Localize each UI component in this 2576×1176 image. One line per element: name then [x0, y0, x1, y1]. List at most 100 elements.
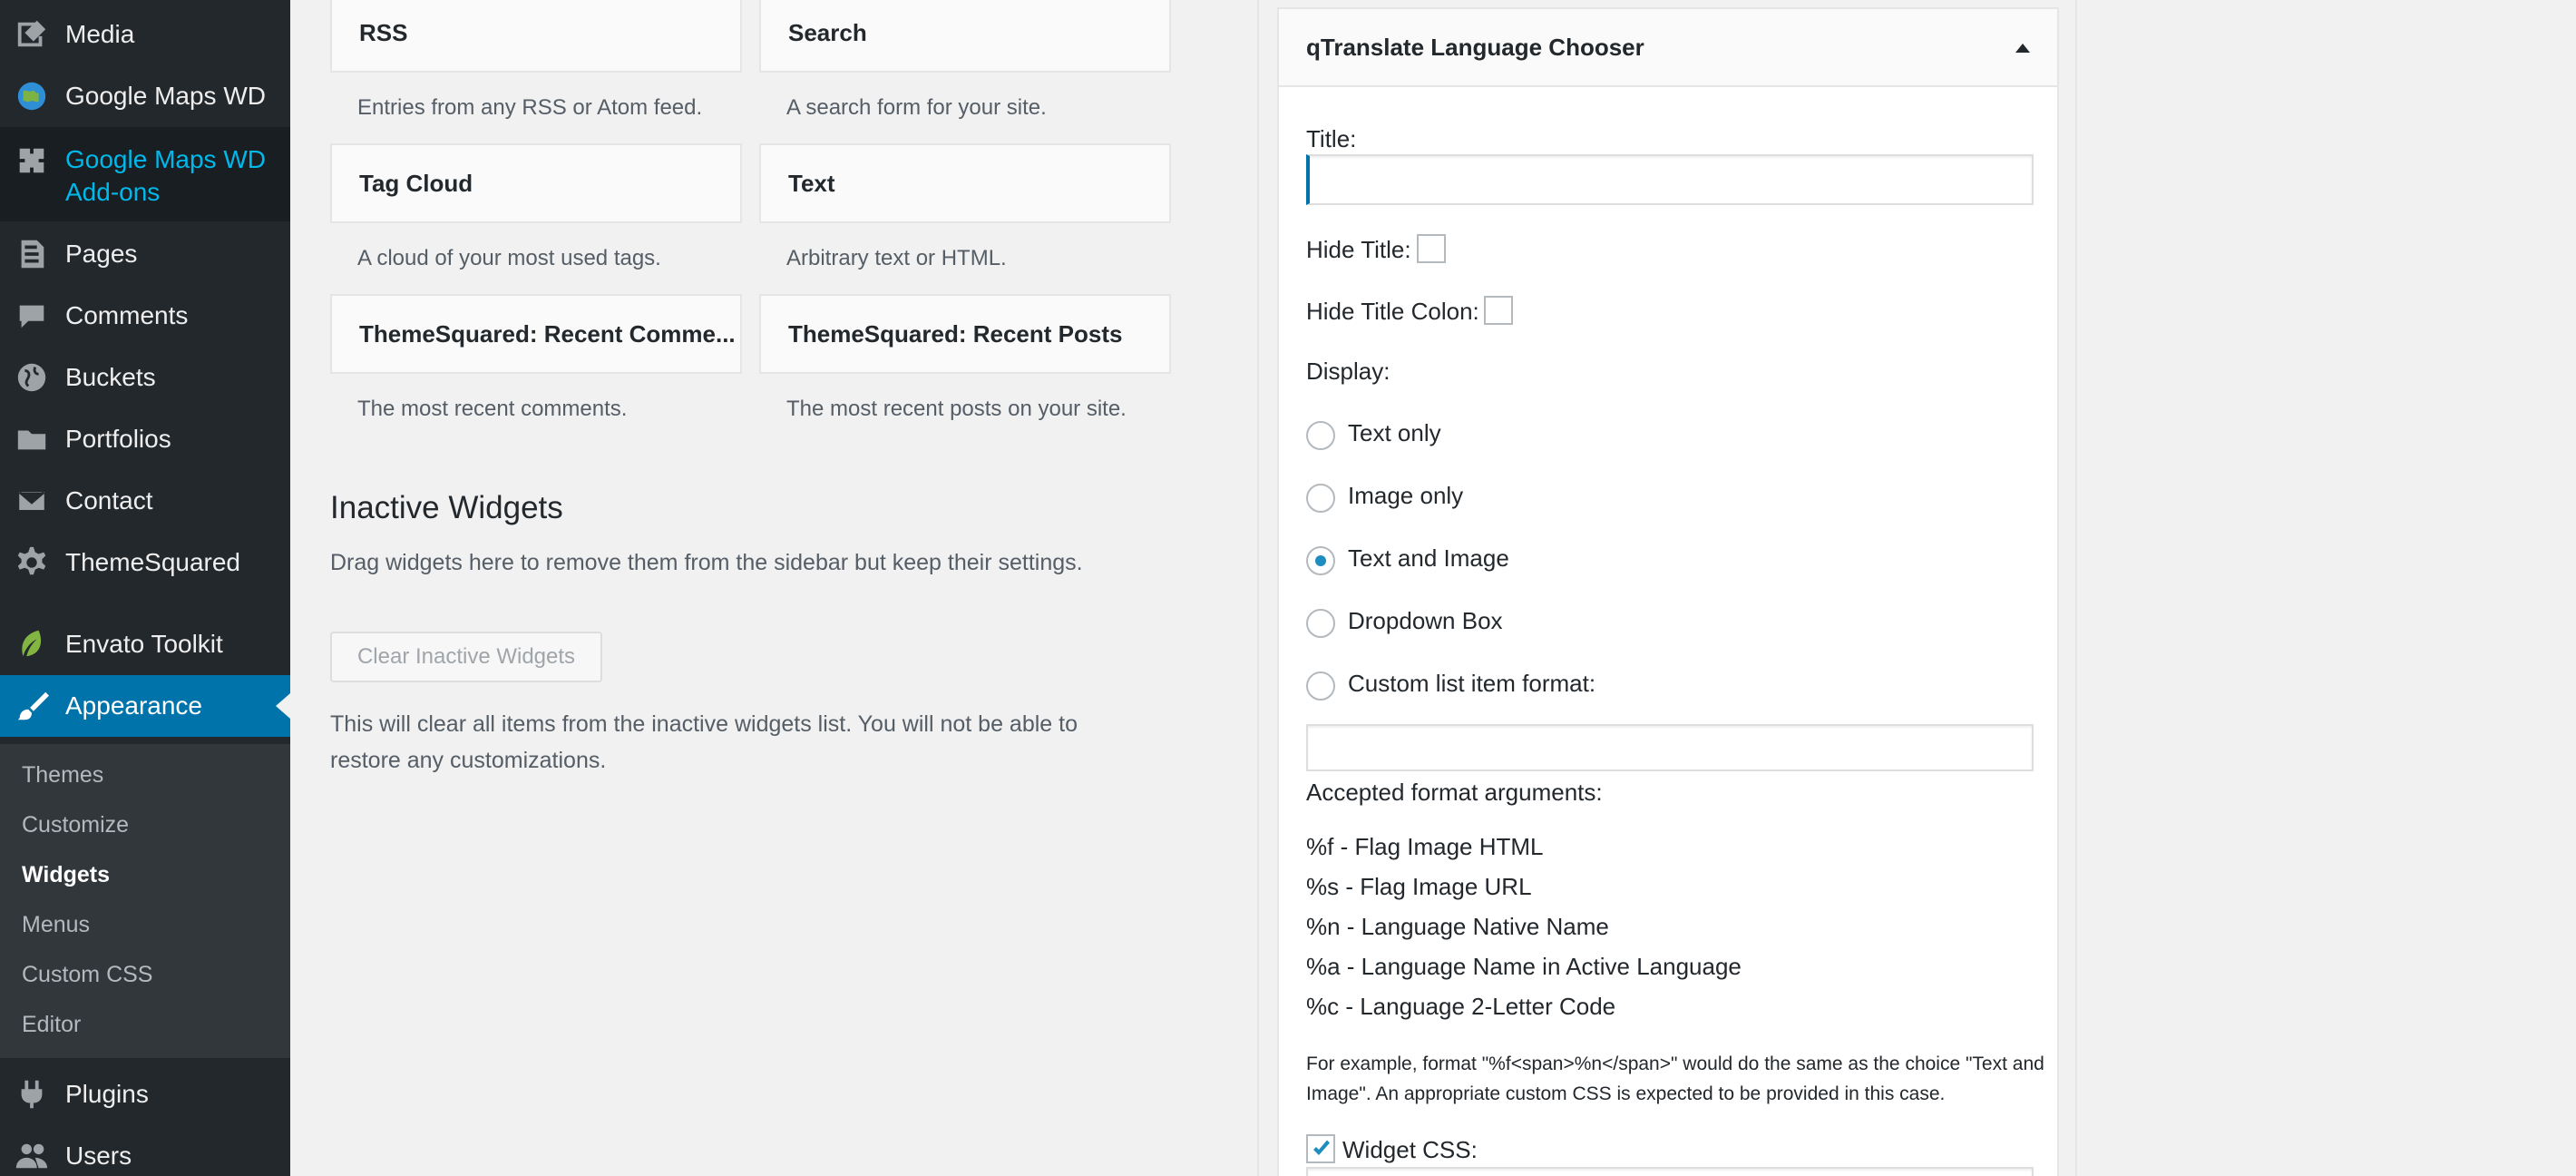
widget-tag-cloud[interactable]: Tag Cloud: [330, 143, 742, 223]
comments-icon: [0, 299, 65, 333]
radio-custom-format[interactable]: [1306, 671, 1335, 701]
widget-title: ThemeSquared: Recent Comme...: [359, 319, 736, 348]
hide-title-colon-label: Hide Title Colon:: [1306, 298, 1479, 325]
hide-title-colon-checkbox[interactable]: [1484, 296, 1513, 325]
format-arg: %a - Language Name in Active Language: [1306, 953, 1742, 980]
menu-item-label: Comments: [65, 301, 189, 329]
menu-item-google-maps-wd[interactable]: Google Maps WD: [0, 65, 290, 127]
title-label: Title:: [1306, 125, 1357, 152]
submenu-customize[interactable]: Customize: [22, 812, 129, 838]
collapse-arrow-icon[interactable]: [2015, 44, 2030, 53]
plugin-icon: [0, 1077, 65, 1112]
menu-item-portfolios[interactable]: Portfolios: [0, 408, 290, 470]
format-arguments-label: Accepted format arguments:: [1306, 779, 1603, 806]
menu-item-plugins[interactable]: Plugins: [0, 1063, 290, 1125]
submenu-widgets[interactable]: Widgets: [22, 862, 110, 888]
widget-title: Tag Cloud: [359, 169, 473, 197]
appearance-submenu: Themes Customize Widgets Menus Custom CS…: [0, 744, 290, 1058]
widget-description: The most recent comments.: [357, 397, 628, 421]
widget-title: Search: [788, 18, 867, 46]
menu-item-label: Google Maps WD: [65, 82, 266, 110]
clear-inactive-description: This will clear all items from the inact…: [330, 711, 1078, 773]
widget-rss[interactable]: RSS: [330, 0, 742, 73]
plugin-icon: [0, 143, 65, 178]
widget-panel-header[interactable]: qTranslate Language Chooser: [1279, 9, 2057, 87]
menu-item-label: ThemeSquared: [65, 548, 241, 576]
menu-item-label: Media: [65, 20, 135, 48]
menu-item-label: Contact: [65, 486, 153, 514]
menu-item-themesquared[interactable]: ThemeSquared: [0, 532, 290, 593]
radio-label: Image only: [1348, 482, 1464, 509]
widget-themesquared-recent-posts[interactable]: ThemeSquared: Recent Posts: [759, 294, 1171, 374]
widget-description: Entries from any RSS or Atom feed.: [357, 95, 703, 120]
inactive-widgets-title: Inactive Widgets: [330, 490, 563, 525]
menu-item-label: Users: [65, 1142, 132, 1170]
paintbrush-icon: [0, 689, 65, 723]
widget-css-label: Widget CSS:: [1342, 1136, 1478, 1163]
widget-search[interactable]: Search: [759, 0, 1171, 73]
widget-themesquared-recent-comments[interactable]: ThemeSquared: Recent Comme...: [330, 294, 742, 374]
menu-item-contact[interactable]: Contact: [0, 470, 290, 532]
format-arg: %f - Flag Image HTML: [1306, 833, 1544, 860]
custom-format-input[interactable]: [1306, 724, 2034, 771]
radio-dropdown-box[interactable]: [1306, 609, 1335, 638]
widget-css-checkbox[interactable]: [1306, 1134, 1335, 1163]
menu-item-pages[interactable]: Pages: [0, 223, 290, 285]
menu-item-users[interactable]: Users: [0, 1125, 290, 1176]
menu-item-label: Pages: [65, 240, 138, 268]
format-arg: %n - Language Native Name: [1306, 913, 1609, 940]
leaf-icon: [0, 627, 65, 662]
globe-icon: [0, 360, 65, 395]
hide-title-checkbox[interactable]: [1417, 234, 1446, 263]
radio-label: Dropdown Box: [1348, 607, 1503, 634]
submenu-editor[interactable]: Editor: [22, 1012, 81, 1038]
admin-sidebar: Media Google Maps WD Google Maps WD Add-…: [0, 0, 290, 1176]
mail-icon: [0, 484, 65, 518]
widget-description: The most recent posts on your site.: [786, 397, 1127, 421]
radio-label: Custom list item format:: [1348, 670, 1596, 697]
format-example-note: For example, format "%f<span>%n</span>" …: [1306, 1054, 2044, 1104]
widget-text[interactable]: Text: [759, 143, 1171, 223]
media-icon: [0, 17, 65, 52]
globe-icon: [0, 79, 65, 113]
menu-item-google-maps-wd-addons[interactable]: Google Maps WD Add-ons: [0, 127, 290, 221]
radio-label: Text only: [1348, 419, 1441, 446]
submenu-menus[interactable]: Menus: [22, 912, 90, 938]
widget-title: Text: [788, 169, 835, 197]
radio-label: Text and Image: [1348, 544, 1509, 572]
widget-title: RSS: [359, 18, 408, 46]
hide-title-label: Hide Title:: [1306, 236, 1411, 263]
format-arg: %c - Language 2-Letter Code: [1306, 993, 1616, 1020]
widget-panel-title: qTranslate Language Chooser: [1306, 33, 1644, 61]
radio-image-only[interactable]: [1306, 484, 1335, 513]
inactive-widgets-description: Drag widgets here to remove them from th…: [330, 550, 1083, 575]
widget-css-textarea[interactable]: [1306, 1167, 2034, 1176]
widget-description: A search form for your site.: [786, 95, 1047, 120]
menu-item-comments[interactable]: Comments: [0, 285, 290, 347]
radio-text-and-image[interactable]: [1306, 546, 1335, 575]
menu-item-envato-toolkit[interactable]: Envato Toolkit: [0, 613, 290, 675]
menu-item-label: Buckets: [65, 363, 156, 391]
folder-icon: [0, 422, 65, 456]
clear-inactive-widgets-button[interactable]: Clear Inactive Widgets: [330, 632, 602, 682]
widget-title: ThemeSquared: Recent Posts: [788, 319, 1123, 348]
title-input[interactable]: [1306, 154, 2034, 205]
radio-text-only[interactable]: [1306, 421, 1335, 450]
widget-description: A cloud of your most used tags.: [357, 246, 661, 270]
users-icon: [0, 1139, 65, 1173]
submenu-custom-css[interactable]: Custom CSS: [22, 962, 152, 988]
checkmark-icon: [1313, 1140, 1330, 1155]
qtranslate-widget-panel: qTranslate Language Chooser Title: Hide …: [1277, 7, 2059, 1176]
menu-item-label: Google Maps WD Add-ons: [65, 145, 266, 206]
format-arg: %s - Flag Image URL: [1306, 873, 1532, 900]
menu-item-appearance[interactable]: Appearance: [0, 675, 290, 737]
menu-item-buckets[interactable]: Buckets: [0, 347, 290, 408]
menu-item-media[interactable]: Media: [0, 4, 290, 65]
gear-icon: [0, 545, 65, 580]
pages-icon: [0, 237, 65, 271]
current-menu-arrow: [276, 693, 290, 719]
display-label: Display:: [1306, 358, 1390, 385]
widget-description: Arbitrary text or HTML.: [786, 246, 1007, 270]
submenu-themes[interactable]: Themes: [22, 762, 103, 789]
menu-item-label: Envato Toolkit: [65, 630, 223, 658]
